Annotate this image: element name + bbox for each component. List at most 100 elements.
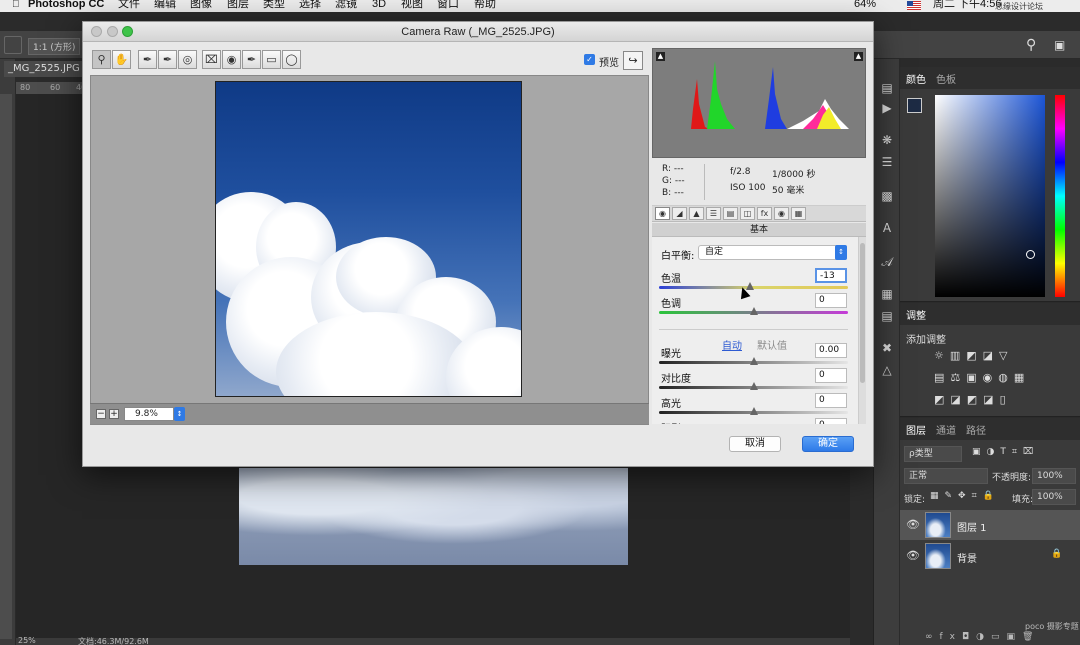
slider-value-field[interactable]: 0.00 — [815, 343, 847, 358]
slider-thumb[interactable] — [749, 307, 758, 315]
opacity-field[interactable]: 100% — [1032, 468, 1076, 484]
hue-slider[interactable] — [1055, 95, 1065, 297]
slider-thumb[interactable] — [749, 382, 758, 390]
layer-row[interactable]: 👁 背景 🔒 — [900, 541, 1080, 571]
white-balance-tool-icon[interactable]: ✒ — [138, 50, 157, 69]
adjustment-slider-track[interactable] — [659, 382, 848, 390]
tab-lens-icon[interactable]: ◫ — [740, 207, 755, 220]
document-tab[interactable]: _MG_2525.JPG — [4, 61, 84, 77]
glyphs-icon[interactable]: ▦ — [878, 285, 896, 303]
default-link[interactable]: 默认值 — [757, 337, 787, 352]
tab-adjustments[interactable]: 调整 — [906, 307, 926, 322]
radial-filter-icon[interactable]: ◯ — [282, 50, 301, 69]
slider-value-field[interactable]: 0 — [815, 293, 847, 308]
crop-tool-icon[interactable]: ⌧ — [202, 50, 221, 69]
layer-name[interactable]: 图层 1 — [957, 519, 987, 534]
targeted-adjustment-tool-icon[interactable]: ◎ — [178, 50, 197, 69]
play-actions-icon[interactable]: ▶ — [878, 99, 896, 117]
tab-channels[interactable]: 通道 — [936, 422, 956, 437]
tab-effects-icon[interactable]: fx — [757, 207, 772, 220]
adjustment-icons-row-3[interactable]: ◩◪◩◪▯ — [934, 393, 1012, 406]
tab-layers[interactable]: 图层 — [906, 422, 926, 437]
search-icon[interactable]: ⚲ — [1026, 37, 1036, 53]
adjustment-icons-row-2[interactable]: ▤⚖▣◉◍▦ — [934, 371, 1030, 384]
home-icon[interactable] — [4, 36, 22, 54]
layer-name[interactable]: 背景 — [957, 550, 977, 565]
foreground-color-swatch[interactable] — [907, 98, 922, 113]
brush-presets-icon[interactable]: ☰ — [878, 153, 896, 171]
fullscreen-toggle-icon[interactable]: ↪ — [623, 51, 643, 70]
layers-footer-icons[interactable]: ∞fx◘◑▭▣🗑 — [900, 632, 1080, 645]
blend-mode-select[interactable]: 正常 — [904, 468, 988, 484]
graduated-filter-icon[interactable]: ▭ — [262, 50, 281, 69]
adjustment-icons-row-1[interactable]: ☼▥◩◪▽ — [934, 349, 1014, 362]
tab-split-toning-icon[interactable]: ▤ — [723, 207, 738, 220]
visibility-eye-icon[interactable]: 👁 — [906, 518, 920, 531]
app-name[interactable]: Photoshop CC — [28, 0, 104, 10]
menu-edit[interactable]: 编辑 — [154, 0, 176, 10]
adjustment-slider-track[interactable] — [659, 407, 848, 415]
slider-value-field[interactable]: 0 — [815, 368, 847, 383]
menu-select[interactable]: 选择 — [299, 0, 321, 10]
menu-file[interactable]: 文件 — [118, 0, 140, 10]
tab-hsl-icon[interactable]: ☰ — [706, 207, 721, 220]
tab-basic-icon[interactable]: ◉ — [655, 207, 670, 220]
layer-row[interactable]: 👁 图层 1 — [900, 510, 1080, 540]
spot-removal-tool-icon[interactable]: ◉ — [222, 50, 241, 69]
hand-tool-icon[interactable]: ✋ — [112, 50, 131, 69]
menu-image[interactable]: 图像 — [190, 0, 212, 10]
tab-paths[interactable]: 路径 — [966, 422, 986, 437]
zoom-in-button[interactable]: + — [109, 409, 119, 419]
clone-source-icon[interactable]: ▩ — [878, 187, 896, 205]
tab-camera-calibration-icon[interactable]: ◉ — [774, 207, 789, 220]
tab-tone-curve-icon[interactable]: ◢ — [672, 207, 687, 220]
zoom-level-stepper[interactable]: ↕ — [174, 407, 185, 421]
history-icon[interactable]: ▤ — [878, 79, 896, 97]
zoom-tool-icon[interactable]: ⚲ — [92, 50, 111, 69]
zoom-level-field[interactable]: 9.8% — [124, 407, 174, 421]
auto-link[interactable]: 自动 — [722, 337, 742, 352]
brush-settings-icon[interactable]: ❋ — [878, 131, 896, 149]
white-balance-select[interactable]: 自定 ↕ — [698, 245, 847, 260]
slider-value-field[interactable]: -13 — [815, 268, 847, 283]
character-icon[interactable]: A — [878, 219, 896, 237]
layer-thumbnail[interactable] — [925, 543, 951, 569]
menu-type[interactable]: 类型 — [263, 0, 285, 10]
visibility-eye-icon[interactable]: 👁 — [906, 549, 920, 562]
slider-value-field[interactable]: 0 — [815, 418, 847, 424]
slider-thumb[interactable] — [749, 357, 758, 365]
clock[interactable]: 周二 下午4:56 — [933, 0, 1001, 10]
adjustment-slider-track[interactable] — [659, 357, 848, 365]
zoom-out-button[interactable]: − — [96, 409, 106, 419]
fill-field[interactable]: 100% — [1032, 489, 1076, 505]
workspace-icon[interactable]: ▣ — [1054, 38, 1065, 52]
status-zoom[interactable]: 25% — [18, 636, 36, 645]
layer-thumbnail[interactable] — [925, 512, 951, 538]
menu-view[interactable]: 视图 — [401, 0, 423, 10]
maximize-window-button[interactable] — [122, 26, 133, 37]
menu-help[interactable]: 帮助 — [474, 0, 496, 10]
preview-checkbox[interactable]: ✓ — [584, 54, 595, 65]
menu-3d[interactable]: 3D — [372, 0, 386, 10]
adjustment-slider-track[interactable] — [659, 282, 848, 290]
menu-layer[interactable]: 图层 — [227, 0, 249, 10]
slider-thumb[interactable] — [749, 407, 758, 415]
color-picker-cursor[interactable] — [1026, 250, 1035, 259]
adjustment-brush-icon[interactable]: ✒ — [242, 50, 261, 69]
preview-image[interactable] — [215, 81, 522, 397]
input-source-flag-icon[interactable] — [907, 1, 921, 10]
apple-icon[interactable]:  — [12, 0, 20, 10]
menu-window[interactable]: 窗口 — [437, 0, 459, 10]
lock-icons[interactable]: ▦✎✥⌗🔒 — [930, 491, 1000, 501]
slider-value-field[interactable]: 0 — [815, 393, 847, 408]
lock-icon[interactable]: 🔒 — [1051, 549, 1062, 559]
cancel-button[interactable]: 取消 — [729, 436, 781, 452]
chevron-updown-icon[interactable]: ↕ — [835, 245, 847, 260]
paragraph-icon[interactable]: 𝒜 — [878, 253, 896, 271]
ok-button[interactable]: 确定 — [802, 436, 854, 452]
tab-detail-icon[interactable]: ▲ — [689, 207, 704, 220]
color-sampler-tool-icon[interactable]: ✒ — [158, 50, 177, 69]
minimize-window-button[interactable] — [107, 26, 118, 37]
layer-filter-select[interactable]: ρ类型 — [904, 446, 962, 462]
tab-color[interactable]: 颜色 — [906, 71, 926, 86]
